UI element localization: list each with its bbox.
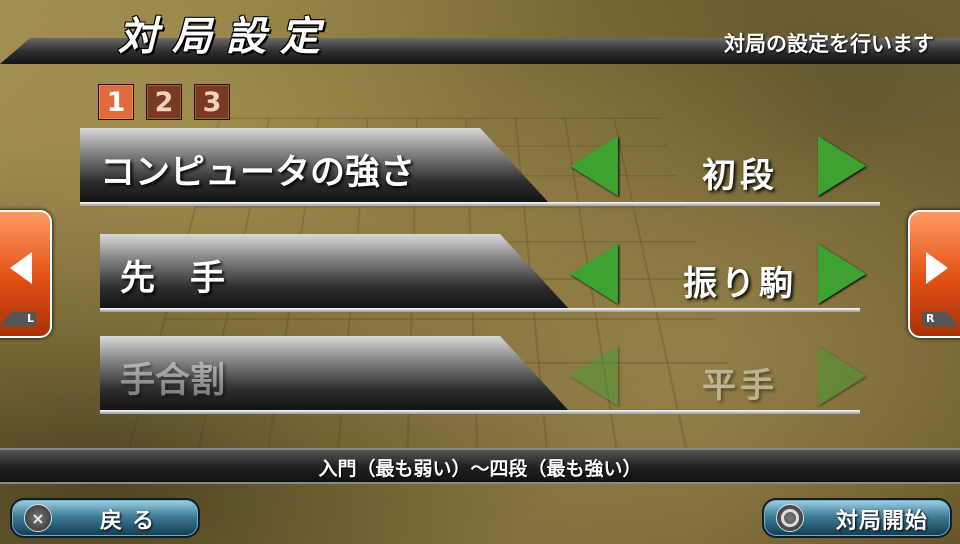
divider — [80, 202, 880, 206]
r-button-icon: R — [922, 312, 958, 326]
prev-page-button[interactable]: L — [0, 210, 52, 338]
setting-label: 先 手 — [120, 259, 226, 299]
triangle-right-icon — [926, 252, 948, 284]
setting-label: 手合割 — [120, 361, 226, 401]
setting-row-handicap: 手合割 平手 — [100, 336, 866, 414]
setting-value: 初段 — [702, 156, 778, 196]
page-tab-1[interactable]: 1 — [98, 84, 134, 120]
next-page-button[interactable]: R — [908, 210, 960, 338]
help-bar: 入門（最も弱い）～四段（最も強い） — [0, 448, 960, 484]
page-title: 対局設定 — [118, 13, 334, 60]
page-tab-2[interactable]: 2 — [146, 84, 182, 120]
arrow-right-icon[interactable] — [818, 136, 866, 196]
start-game-button[interactable]: 対局開始 — [762, 498, 952, 538]
setting-label: コンピュータの強さ — [100, 153, 416, 193]
page-tab-3[interactable]: 3 — [194, 84, 230, 120]
back-button[interactable]: × 戻る — [10, 498, 200, 538]
back-button-label: 戻る — [100, 509, 165, 534]
setting-row-computer-strength[interactable]: コンピュータの強さ 初段 — [80, 128, 880, 206]
help-text: 入門（最も弱い）～四段（最も強い） — [318, 458, 642, 480]
arrow-right-icon[interactable] — [818, 244, 866, 304]
cross-icon: × — [24, 504, 52, 532]
start-game-label: 対局開始 — [836, 509, 929, 534]
setting-row-first-move[interactable]: 先 手 振り駒 — [100, 234, 866, 312]
setting-value: 平手 — [702, 366, 778, 406]
arrow-left-icon[interactable] — [570, 136, 618, 196]
triangle-left-icon — [10, 252, 32, 284]
l-button-icon: L — [0, 312, 36, 326]
arrow-right-icon — [818, 346, 866, 406]
arrow-left-icon — [570, 346, 618, 406]
setting-value: 振り駒 — [683, 264, 797, 304]
page-subtitle: 対局の設定を行います — [724, 32, 934, 56]
circle-icon — [776, 504, 804, 532]
arrow-left-icon[interactable] — [570, 244, 618, 304]
divider — [100, 308, 860, 312]
divider — [100, 410, 860, 414]
page-indicator: 1 2 3 — [98, 84, 230, 120]
